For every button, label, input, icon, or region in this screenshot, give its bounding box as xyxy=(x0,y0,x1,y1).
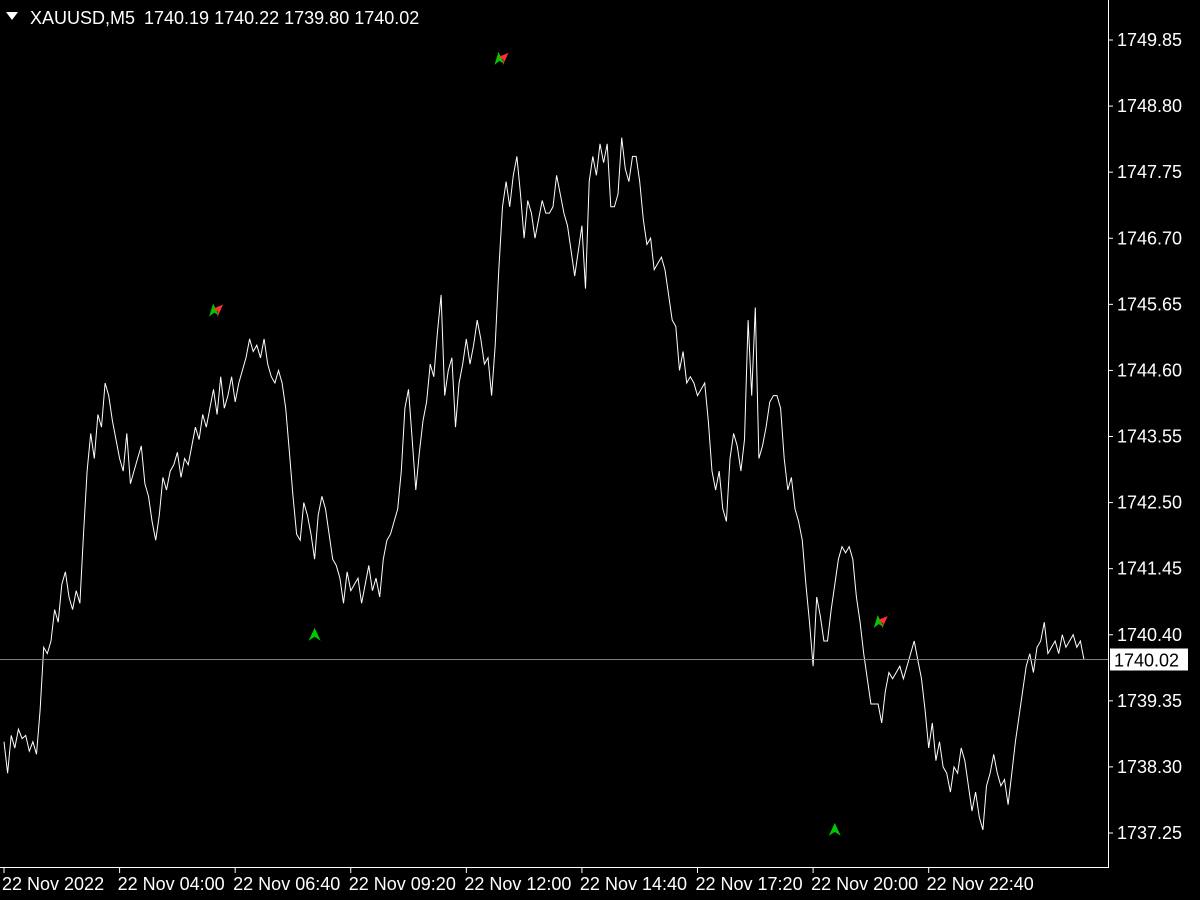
price-tick-label: 1740.40 xyxy=(1117,625,1182,645)
price-tick-label: 1739.35 xyxy=(1117,691,1182,711)
signal-arrows xyxy=(209,51,888,836)
current-price-tag: 1740.02 xyxy=(1110,648,1188,671)
price-tick-label: 1749.85 xyxy=(1117,30,1182,50)
signal-arrow-mixed-icon xyxy=(873,615,888,630)
signal-arrow-mixed-icon xyxy=(209,303,224,318)
price-axis: 1749.85 1748.80 1747.75 1746.70 1745.65 1744.… xyxy=(1108,30,1182,843)
time-tick-label: 22 Nov 2022 xyxy=(2,874,104,894)
time-tick-label: 22 Nov 22:40 xyxy=(927,874,1034,894)
price-tick-label: 1743.55 xyxy=(1117,427,1182,447)
chart[interactable]: XAUUSD,M5 1740.19 1740.22 1739.80 1740.0… xyxy=(0,0,1200,900)
time-tick-label: 22 Nov 09:20 xyxy=(349,874,456,894)
current-price-value: 1740.02 xyxy=(1114,651,1179,671)
price-tick-label: 1748.80 xyxy=(1117,96,1182,116)
price-tick-label: 1741.45 xyxy=(1117,559,1182,579)
time-tick-label: 22 Nov 17:20 xyxy=(696,874,803,894)
ohlc-values-label: 1740.19 1740.22 1739.80 1740.02 xyxy=(144,8,419,28)
signal-arrow-mixed-icon xyxy=(494,51,509,66)
price-tick-label: 1745.65 xyxy=(1117,294,1182,314)
price-tick-label: 1747.75 xyxy=(1117,162,1182,182)
signal-arrow-buy-icon xyxy=(828,822,841,836)
plot-area xyxy=(3,137,1085,831)
price-tick-label: 1746.70 xyxy=(1117,228,1182,248)
time-tick-label: 22 Nov 04:00 xyxy=(118,874,225,894)
time-tick-label: 22 Nov 06:40 xyxy=(233,874,340,894)
time-axis: 22 Nov 2022 22 Nov 04:00 22 Nov 06:40 22 No… xyxy=(2,868,1034,894)
price-tick-label: 1744.60 xyxy=(1117,360,1182,380)
time-tick-label: 22 Nov 12:00 xyxy=(464,874,571,894)
time-tick-label: 22 Nov 20:00 xyxy=(811,874,918,894)
price-tick-label: 1737.25 xyxy=(1117,823,1182,843)
time-tick-label: 22 Nov 14:40 xyxy=(580,874,687,894)
price-tick-label: 1738.30 xyxy=(1117,757,1182,777)
signal-arrow-buy-icon xyxy=(308,627,321,641)
price-tick-label: 1742.50 xyxy=(1117,493,1182,513)
price-line-series xyxy=(3,137,1085,831)
symbol-timeframe-label: XAUUSD,M5 xyxy=(30,8,135,28)
dropdown-triangle-icon[interactable] xyxy=(6,12,18,20)
